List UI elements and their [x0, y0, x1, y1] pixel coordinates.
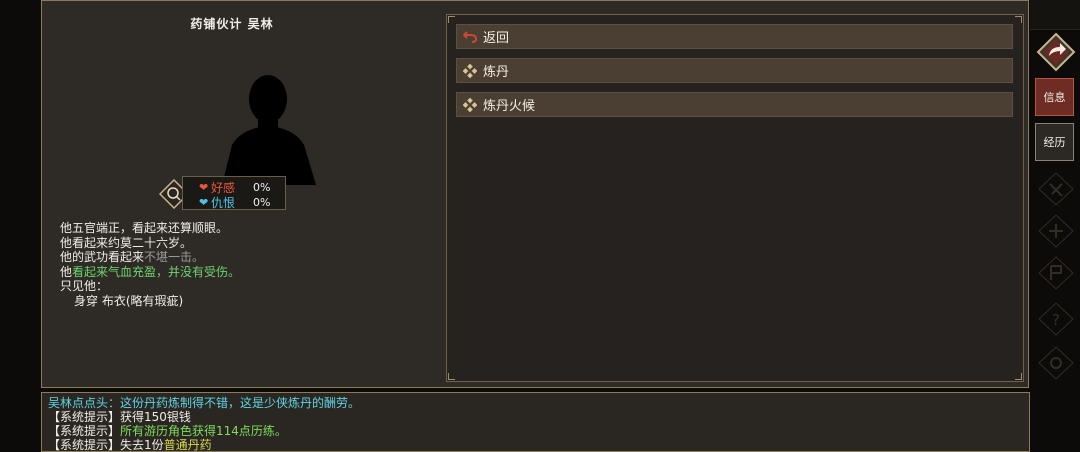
- log-line: 吴林点点头：这份丹药炼制得不错，这是少侠炼丹的酬劳。: [48, 396, 1023, 410]
- faction-icon[interactable]: [1038, 256, 1074, 290]
- log-line: 【系统提示】所有游历角色获得114点历练。: [48, 424, 1023, 438]
- work-icon[interactable]: [1038, 172, 1074, 206]
- hatred-label: 仇恨: [211, 195, 236, 210]
- text-segment: 身穿 布衣(略有瑕疵): [74, 293, 184, 308]
- favor-heart-icon: ❤: [199, 180, 209, 194]
- tab-experience[interactable]: 经历: [1035, 123, 1074, 161]
- svg-text:?: ?: [1052, 311, 1060, 329]
- tab-info[interactable]: 信息: [1035, 78, 1074, 116]
- return-arrow-icon: [461, 29, 479, 45]
- text-segment: 他看起来约莫二十六岁。: [60, 235, 193, 250]
- menu-item-return[interactable]: 返回: [456, 24, 1013, 49]
- description-line: 身穿 布衣(略有瑕疵): [60, 294, 240, 309]
- text-segment: 他: [60, 264, 73, 279]
- hatred-row: ❤ 仇恨 0%: [199, 194, 270, 210]
- text-segment: 他的武功看起来: [60, 250, 145, 264]
- hatred-value: 0%: [253, 195, 271, 209]
- text-segment: 【系统提示】: [48, 438, 121, 452]
- description-line: 他看起来约莫二十六岁。: [60, 236, 240, 251]
- diamond-bullet-icon: [461, 97, 479, 113]
- npc-title: 药铺伙计 吴林: [190, 17, 274, 31]
- settings-icon[interactable]: [1038, 346, 1074, 380]
- npc-portrait-silhouette: [222, 75, 316, 185]
- help-icon[interactable]: ?: [1038, 302, 1074, 336]
- hatred-heart-icon: ❤: [199, 195, 209, 209]
- text-segment: 普通丹药: [163, 438, 212, 452]
- menu-item-alchemy-heat[interactable]: 炼丹火候: [456, 92, 1013, 117]
- menu-item-label: 炼丹: [483, 65, 510, 80]
- menu-item-label: 炼丹火候: [483, 99, 536, 114]
- text-segment: 只见他：: [60, 279, 109, 293]
- action-menu: 返回 炼丹 炼丹火候: [446, 14, 1024, 382]
- text-segment: 【系统提示】: [48, 424, 121, 438]
- description-line: 他的武功看起来不堪一击。: [60, 250, 240, 265]
- message-log[interactable]: 吴林点点头：这份丹药炼制得不错，这是少侠炼丹的酬劳。 【系统提示】获得150银钱【…: [41, 392, 1030, 452]
- description-line: 只见他：: [60, 279, 240, 294]
- text-segment: 看起来气血充盈，并没有受伤。: [72, 264, 241, 279]
- favor-value: 0%: [253, 180, 271, 194]
- description-line: 他五官端正，看起来还算顺眼。: [60, 221, 240, 236]
- text-segment: 吴林点点头：这份丹药炼制得不错，这是少侠炼丹的酬劳。: [48, 396, 361, 410]
- log-line: 【系统提示】获得150银钱: [48, 410, 1023, 424]
- npc-description: 他五官端正，看起来还算顺眼。 他看起来约莫二十六岁。 他的武功看起来不堪一击。 他看起…: [60, 221, 240, 308]
- text-segment: 所有游历角色获得114点历练。: [120, 424, 287, 438]
- right-sidebar: 信息 经历 ?: [1030, 0, 1080, 446]
- diamond-bullet-icon: [461, 63, 479, 79]
- text-segment: 不堪一击。: [144, 250, 205, 264]
- study-icon[interactable]: [1038, 214, 1074, 248]
- menu-item-label: 返回: [483, 31, 510, 46]
- relation-box: ❤ 好感 0% ❤ 仇恨 0%: [182, 176, 286, 210]
- menu-item-alchemy[interactable]: 炼丹: [456, 58, 1013, 83]
- forward-arrow-icon[interactable]: [1036, 32, 1076, 72]
- text-segment: 他五官端正，看起来还算顺眼。: [60, 221, 229, 235]
- rail-header: [1030, 0, 1080, 30]
- log-line: 【系统提示】失去1份普通丹药: [48, 438, 1023, 452]
- description-line: 他看起来气血充盈，并没有受伤。: [60, 265, 240, 280]
- npc-panel: 药铺伙计 吴林 ❤ 好感 0% ❤ 仇恨 0% 他五官端正，看起来还算顺眼。 他看…: [41, 0, 1029, 388]
- text-segment: 失去1份: [120, 438, 164, 452]
- text-segment: 获得150银钱: [120, 410, 191, 424]
- text-segment: 【系统提示】: [48, 410, 121, 424]
